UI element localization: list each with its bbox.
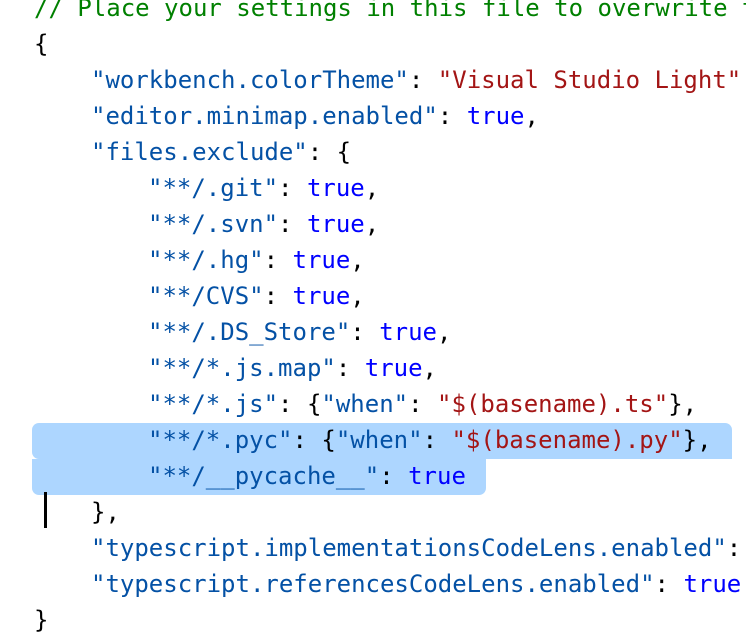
code-line-exclude-entry: "**/*.pyc": {"when": "$(basename).py"},	[148, 426, 712, 454]
code-line-color-theme: "workbench.colorTheme": "Visual Studio L…	[91, 66, 746, 94]
code-line-comment: // Place your settings in this file to o…	[34, 0, 746, 26]
code-line-exclude-entry: "**/CVS": true,	[148, 282, 365, 310]
exclude-key: "**/__pycache__"	[148, 462, 380, 490]
code-line-exclude-entry: "**/*.js.map": true,	[148, 354, 437, 382]
code-line-close-brace: }	[34, 602, 48, 638]
exclude-key: "**/*.js"	[148, 390, 279, 418]
setting-value: true	[466, 102, 525, 130]
exclude-key: "**/*.pyc"	[148, 426, 293, 454]
setting-value: "Visual Studio Light"	[437, 66, 742, 94]
exclude-key: "**/.DS_Store"	[148, 318, 351, 346]
code-line-exclude-entry: "**/.hg": true,	[148, 246, 365, 274]
code-line-files-exclude: "files.exclude": {	[91, 138, 352, 166]
setting-key: "files.exclude"	[91, 138, 308, 166]
code-line-exclude-entry: "**/*.js": {"when": "$(basename).ts"},	[148, 390, 698, 418]
setting-key: "typescript.referencesCodeLens.enabled"	[91, 570, 655, 598]
code-line-refs-codelens: "typescript.referencesCodeLens.enabled":…	[91, 570, 742, 598]
setting-key: "typescript.implementationsCodeLens.enab…	[91, 534, 727, 562]
when-key: "when"	[335, 426, 423, 454]
code-line-minimap: "editor.minimap.enabled": true,	[91, 102, 539, 130]
exclude-value: true	[306, 174, 365, 202]
exclude-key: "**/CVS"	[148, 282, 264, 310]
exclude-value: true	[379, 318, 437, 346]
exclude-key: "**/.svn"	[148, 210, 279, 238]
setting-value: true	[683, 570, 742, 598]
when-key: "when"	[321, 390, 409, 418]
code-line-exclude-entry: "**/.git": true,	[148, 174, 380, 202]
exclude-value: true	[306, 210, 365, 238]
code-line-impl-codelens: "typescript.implementationsCodeLens.enab…	[91, 534, 742, 562]
exclude-value: true	[292, 246, 351, 274]
setting-key: "editor.minimap.enabled"	[91, 102, 438, 130]
code-line-close-exclude: },	[91, 498, 120, 526]
open-brace: {	[34, 30, 49, 58]
when-value: "$(basename).py"	[451, 426, 683, 454]
close-brace: }	[34, 606, 49, 634]
code-line-exclude-entry: "**/.svn": true,	[148, 210, 380, 238]
setting-key: "workbench.colorTheme"	[91, 66, 409, 94]
exclude-value: true	[292, 282, 351, 310]
text-cursor	[44, 492, 47, 528]
code-line-open-brace: {	[34, 26, 48, 62]
exclude-key: "**/*.js.map"	[148, 354, 336, 382]
code-line-exclude-entry: "**/.DS_Store": true,	[148, 318, 452, 346]
when-value: "$(basename).ts"	[437, 390, 669, 418]
code-editor[interactable]: // Place your settings in this file to o…	[0, 0, 746, 640]
exclude-key: "**/.git"	[148, 174, 279, 202]
exclude-key: "**/.hg"	[148, 246, 264, 274]
exclude-value: true	[364, 354, 423, 382]
code-line-exclude-entry: "**/__pycache__": true	[148, 462, 466, 490]
exclude-value: true	[408, 462, 466, 490]
comment-text: // Place your settings in this file to o…	[34, 0, 746, 22]
